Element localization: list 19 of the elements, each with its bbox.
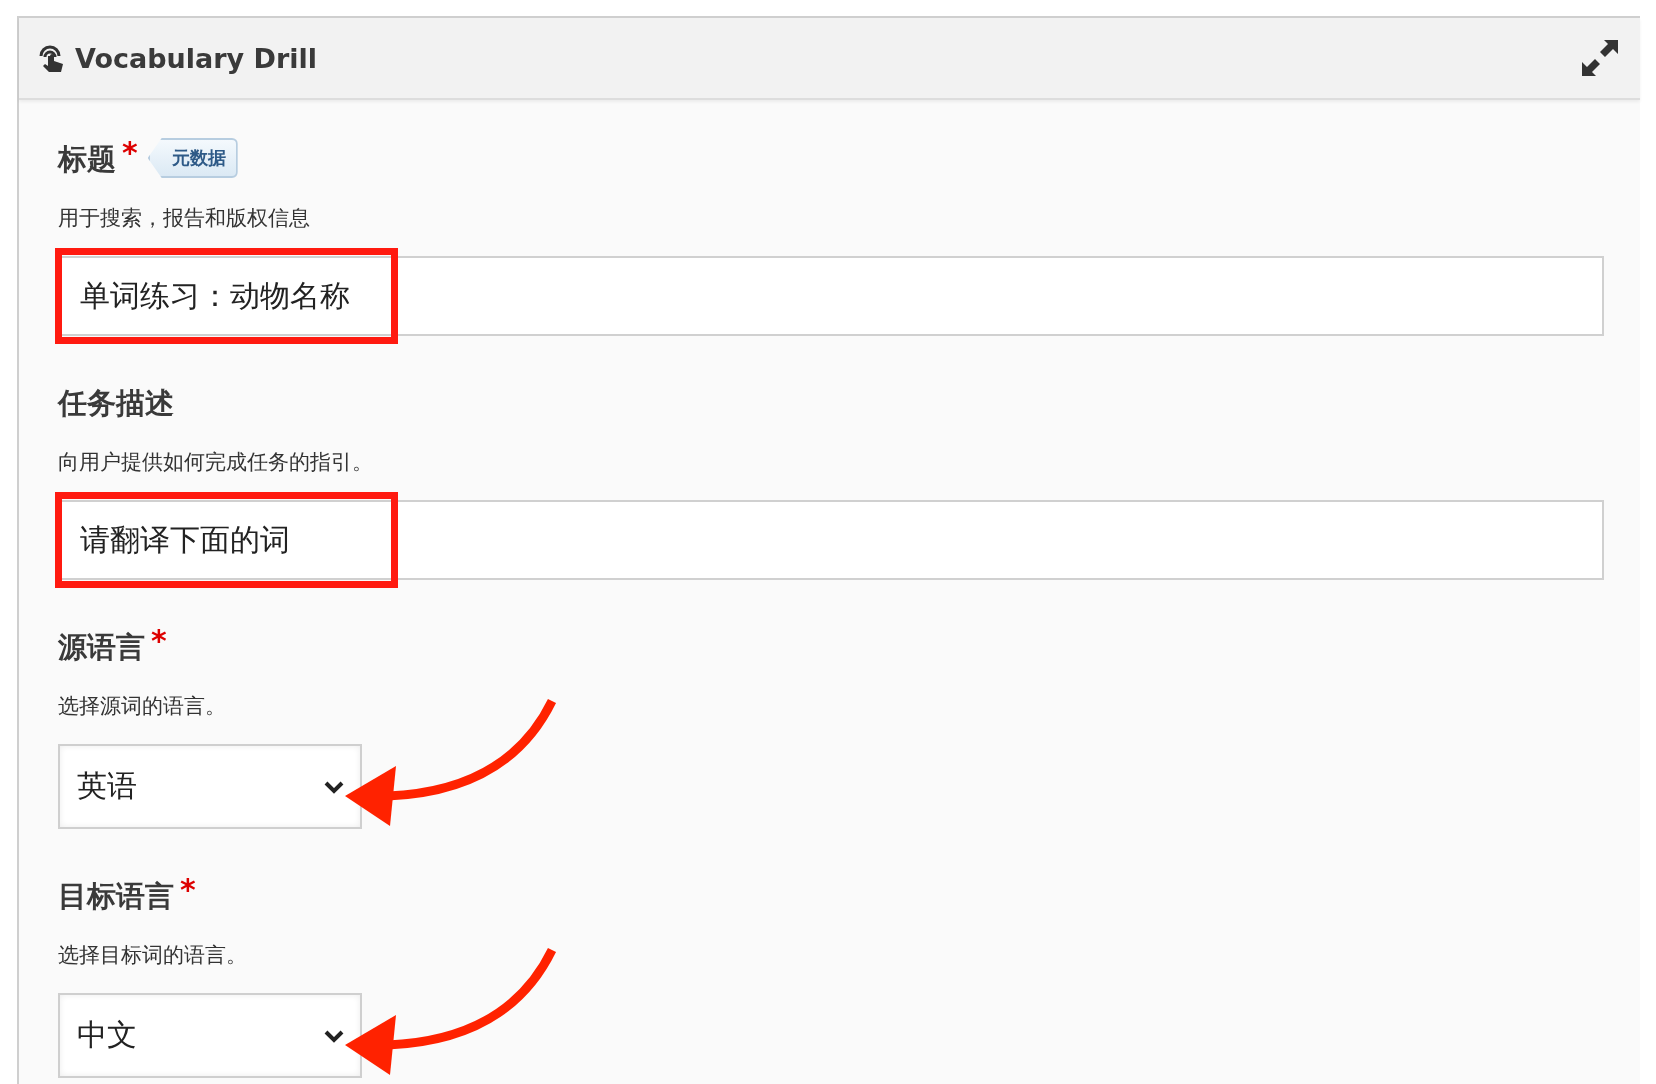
field-label: 源语言 xyxy=(58,629,145,666)
language-select[interactable]: 中文 xyxy=(58,993,362,1078)
expand-icon[interactable] xyxy=(1580,38,1620,78)
chevron-icon xyxy=(324,1028,344,1043)
field-description: 用于搜索，报告和版权信息 xyxy=(58,205,311,232)
panel-title: Vocabulary Drill xyxy=(75,42,319,74)
field-description: 选择源词的语言。 xyxy=(58,693,227,720)
field-description: 向用户提供如何完成任务的指引。 xyxy=(58,449,374,476)
language-select[interactable]: 英语 xyxy=(58,744,362,829)
metadata-tag: 元数据 xyxy=(147,138,238,178)
required-mark: * xyxy=(180,873,196,907)
field-label: 标题 xyxy=(58,141,116,178)
field-description: 选择目标词的语言。 xyxy=(58,942,248,969)
chevron-icon xyxy=(324,779,344,794)
field-label: 目标语言 xyxy=(58,878,174,915)
touch-icon xyxy=(37,43,65,73)
required-mark: * xyxy=(151,624,167,658)
field-label: 任务描述 xyxy=(58,385,174,422)
required-mark: * xyxy=(122,136,138,170)
